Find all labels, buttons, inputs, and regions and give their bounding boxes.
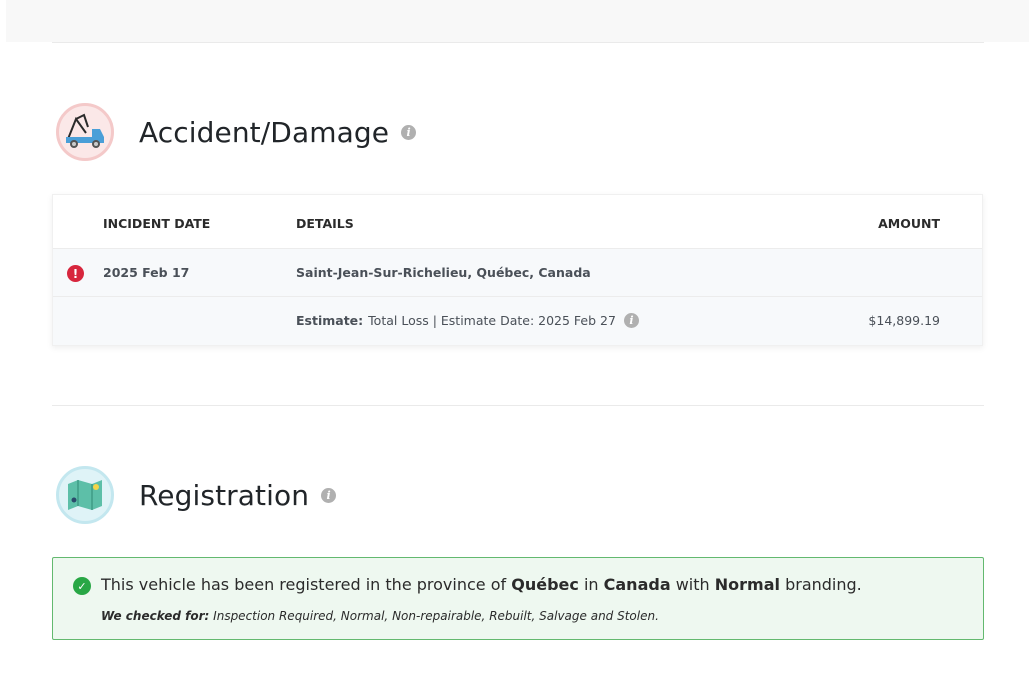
incident-location: Saint-Jean-Sur-Richelieu, Québec, Canada [296,265,591,280]
divider [52,405,984,406]
alert-icon: ! [67,265,84,282]
table-row: Estimate: Total Loss | Estimate Date: 20… [53,297,982,345]
registration-section-header: Registration i [56,466,337,524]
top-bar [6,0,1029,42]
registration-message-prefix: This vehicle has been registered in the … [101,575,507,594]
registration-province: Québec [511,575,579,594]
registration-message: This vehicle has been registered in the … [101,575,862,594]
estimate-amount: $14,899.19 [868,313,940,328]
accident-section-header: Accident/Damage i [56,103,417,161]
column-header-amount: AMOUNT [878,216,940,231]
registration-section-title: Registration [139,478,310,512]
map-icon [56,466,114,524]
info-icon[interactable]: i [321,487,337,503]
registration-message-with: with [675,575,710,594]
check-icon: ✓ [73,577,91,595]
tow-truck-icon [56,103,114,161]
estimate-text: Total Loss | Estimate Date: 2025 Feb 27 [368,313,616,328]
registration-country: Canada [603,575,671,594]
estimate-label: Estimate: [296,313,364,328]
registration-message-suffix: branding. [785,575,862,594]
checked-for-list: Inspection Required, Normal, Non-repaira… [213,609,659,623]
checked-for-label: We checked for: [101,609,210,623]
registration-branding: Normal [714,575,780,594]
info-icon[interactable]: i [623,313,639,328]
table-header-row: INCIDENT DATE DETAILS AMOUNT [53,195,982,249]
registration-message-in: in [583,575,599,594]
checked-for-note: We checked for: Inspection Required, Nor… [101,609,659,623]
divider [52,42,984,43]
registration-status-box: ✓ This vehicle has been registered in th… [52,557,984,640]
incident-date: 2025 Feb 17 [103,265,190,280]
accident-table: INCIDENT DATE DETAILS AMOUNT ! 2025 Feb … [52,194,983,346]
column-header-details: DETAILS [296,216,354,231]
table-row: ! 2025 Feb 17 Saint-Jean-Sur-Richelieu, … [53,249,982,297]
info-icon[interactable]: i [401,124,417,140]
column-header-incident-date: INCIDENT DATE [103,216,211,231]
accident-section-title: Accident/Damage [139,115,390,149]
estimate-details: Estimate: Total Loss | Estimate Date: 20… [296,313,639,328]
